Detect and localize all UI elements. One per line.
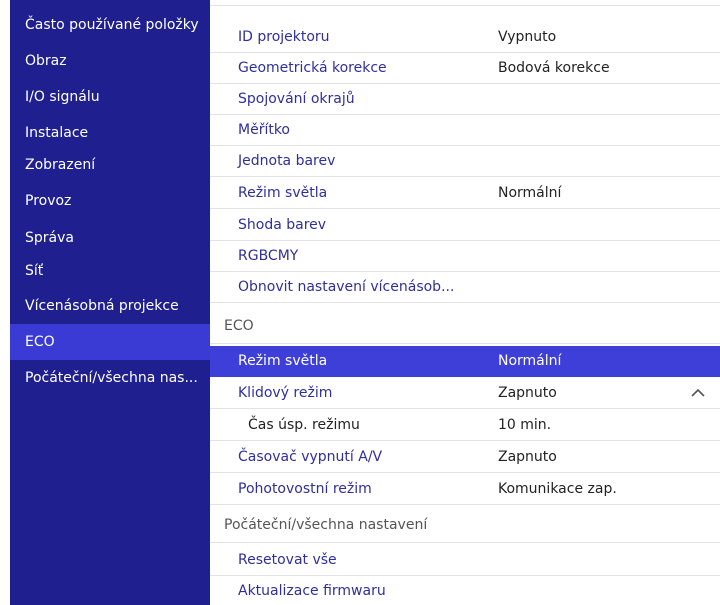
menu-row-scale[interactable]: Měřítko: [210, 115, 720, 146]
row-label: Jednota barev: [238, 153, 336, 169]
row-label: Čas úsp. režimu: [248, 417, 360, 433]
row-value: Zapnuto: [498, 449, 557, 465]
row-label: Shoda barev: [238, 217, 327, 233]
sidebar-item-io-signal[interactable]: I/O signálu: [10, 79, 210, 115]
row-label: Měřítko: [238, 122, 291, 138]
section-title: Počáteční/všechna nastavení: [224, 517, 428, 533]
row-label: RGBCMY: [238, 248, 299, 264]
sidebar-item-frequently-used[interactable]: Často používané položky: [10, 7, 210, 43]
menu-row-eco-light-mode[interactable]: Režim světla Normální: [210, 346, 720, 377]
row-label: ID projektoru: [238, 29, 330, 45]
row-label: Geometrická korekce: [238, 60, 387, 76]
menu-row-sleep-mode-time[interactable]: Čas úsp. režimu 10 min.: [210, 410, 720, 441]
sidebar-item-display[interactable]: Zobrazení: [10, 147, 210, 183]
row-label: Aktualizace firmwaru: [238, 583, 386, 599]
section-header-eco: ECO: [210, 308, 720, 344]
row-value: 10 min.: [498, 417, 552, 433]
sidebar-item-eco[interactable]: ECO: [10, 324, 210, 360]
row-value: Bodová korekce: [498, 60, 610, 76]
chevron-up-icon[interactable]: [690, 386, 706, 400]
row-value: Normální: [498, 185, 562, 201]
menu-row-rgbcmy[interactable]: RGBCMY: [210, 241, 720, 272]
row-label: Spojování okrajů: [238, 91, 355, 107]
section-header-initial-settings: Počáteční/všechna nastavení: [210, 507, 720, 543]
sidebar-item-multi-projection[interactable]: Vícenásobná projekce: [10, 288, 210, 324]
row-label: Resetovat vše: [238, 552, 337, 568]
menu-row-standby-mode[interactable]: Pohotovostní režim Komunikace zap.: [210, 474, 720, 505]
sidebar: Často používané položky Obraz I/O signál…: [10, 0, 210, 605]
menu-row-projector-id[interactable]: ID projektoru Vypnuto: [210, 22, 720, 53]
menu-row-color-uniformity[interactable]: Jednota barev: [210, 146, 720, 177]
sidebar-item-operation[interactable]: Provoz: [10, 183, 210, 219]
menu-row-color-matching[interactable]: Shoda barev: [210, 210, 720, 241]
sidebar-item-installation[interactable]: Instalace: [10, 115, 210, 151]
row-label: Klidový režim: [238, 385, 333, 401]
section-title: ECO: [224, 318, 254, 334]
row-value: Komunikace zap.: [498, 481, 617, 497]
menu-row-av-mute-timer[interactable]: Časovač vypnutí A/V Zapnuto: [210, 442, 720, 473]
row-label: Režim světla: [238, 353, 328, 369]
row-label: Obnovit nastavení vícenásob...: [238, 279, 455, 295]
row-value: Zapnuto: [498, 385, 557, 401]
row-label: Pohotovostní režim: [238, 481, 372, 497]
settings-panel: ID projektoru Vypnuto Geometrická korekc…: [210, 0, 720, 605]
menu-row-sleep-mode[interactable]: Klidový režim Zapnuto: [210, 378, 720, 409]
row-value: Normální: [498, 353, 562, 369]
menu-row-firmware-update[interactable]: Aktualizace firmwaru: [210, 576, 720, 605]
sidebar-item-management[interactable]: Správa: [10, 220, 210, 256]
menu-row-reset-multi-projection[interactable]: Obnovit nastavení vícenásob...: [210, 272, 720, 303]
sidebar-item-image[interactable]: Obraz: [10, 43, 210, 79]
sidebar-item-initial-all-settings[interactable]: Počáteční/všechna nas...: [10, 360, 210, 396]
menu-row-reset-all[interactable]: Resetovat vše: [210, 545, 720, 576]
menu-row-edge-blending[interactable]: Spojování okrajů: [210, 84, 720, 115]
section-header-cut: [210, 0, 720, 6]
row-value: Vypnuto: [498, 29, 557, 45]
sidebar-item-network[interactable]: Síť: [10, 253, 210, 289]
menu-row-geometric-correction[interactable]: Geometrická korekce Bodová korekce: [210, 53, 720, 84]
row-label: Časovač vypnutí A/V: [238, 449, 383, 465]
menu-row-light-mode[interactable]: Režim světla Normální: [210, 178, 720, 209]
row-label: Režim světla: [238, 185, 328, 201]
